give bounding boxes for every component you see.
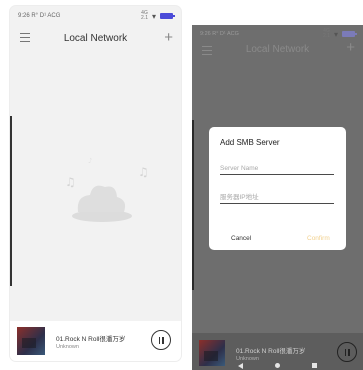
scroll-indicator <box>10 116 12 286</box>
wifi-icon: ▾ <box>151 11 156 21</box>
music-cloud-icon: ♫ ♫ ♪ <box>65 157 149 222</box>
wifi-icon: ▾ <box>333 29 338 39</box>
svg-text:♫: ♫ <box>65 175 76 189</box>
svg-text:♪: ♪ <box>88 157 92 165</box>
page-title: Local Network <box>63 32 128 44</box>
battery-icon <box>160 13 175 19</box>
app-header: Local Network + <box>10 26 181 50</box>
signal-indicator: 4G 2.1 <box>323 29 330 39</box>
scroll-indicator <box>192 120 194 290</box>
battery-icon <box>342 31 357 37</box>
recent-apps-icon[interactable] <box>312 363 317 368</box>
pause-icon-bar <box>344 348 346 356</box>
pause-icon-bar <box>162 336 164 344</box>
server-name-input[interactable]: Server Name <box>220 165 334 175</box>
system-nav-bar <box>192 361 363 370</box>
status-right: 4G 2.1 ▾ <box>323 29 357 39</box>
phone-screen-add-smb-dialog: 9:26 R° D¹ ACG 4G 2.1 ▾ Local Network + … <box>192 25 363 370</box>
app-header: Local Network + <box>192 39 363 61</box>
add-smb-server-dialog: Add SMB Server Server Name 服务器IP地址 Cance… <box>209 127 346 250</box>
dialog-title: Add SMB Server <box>220 138 280 147</box>
add-server-button[interactable]: + <box>164 29 173 46</box>
screenshot-canvas: 9:26 R° D¹ ACG 4G 2.1 ▾ Local Network + … <box>0 0 363 370</box>
confirm-button[interactable]: Confirm <box>307 235 330 242</box>
pause-icon-bar <box>158 336 160 344</box>
pause-button[interactable] <box>151 330 171 350</box>
svg-text:♫: ♫ <box>138 165 149 179</box>
song-title: 01.Rock N Roll很潘万岁 <box>56 336 126 343</box>
home-icon[interactable] <box>275 363 280 368</box>
menu-icon[interactable] <box>20 33 30 42</box>
phone-screen-local-network: 9:26 R° D¹ ACG 4G 2.1 ▾ Local Network + … <box>10 6 181 361</box>
status-bar: 9:26 R° D¹ ACG 4G 2.1 ▾ <box>10 6 181 26</box>
mini-player[interactable]: 01.Rock N Roll很潘万岁 Unknown <box>10 321 181 361</box>
song-artist: Unknown <box>56 344 79 350</box>
cancel-button[interactable]: Cancel <box>231 235 251 242</box>
status-left-text: 9:26 R° D¹ ACG <box>200 31 239 37</box>
status-left-text: 9:26 R° D¹ ACG <box>18 13 61 19</box>
song-title: 01.Rock N Roll很潘万岁 <box>236 348 306 355</box>
back-icon[interactable] <box>238 362 243 369</box>
signal-sub: 2.1 <box>141 15 148 21</box>
server-ip-input[interactable]: 服务器IP地址 <box>220 191 334 204</box>
signal-indicator: 4G 2.1 <box>141 11 148 21</box>
page-title: Local Network <box>245 44 310 55</box>
status-right: 4G 2.1 ▾ <box>141 11 175 21</box>
add-server-button: + <box>346 39 355 56</box>
pause-button <box>337 342 357 362</box>
pause-icon-bar <box>348 348 350 356</box>
album-art <box>17 327 45 355</box>
